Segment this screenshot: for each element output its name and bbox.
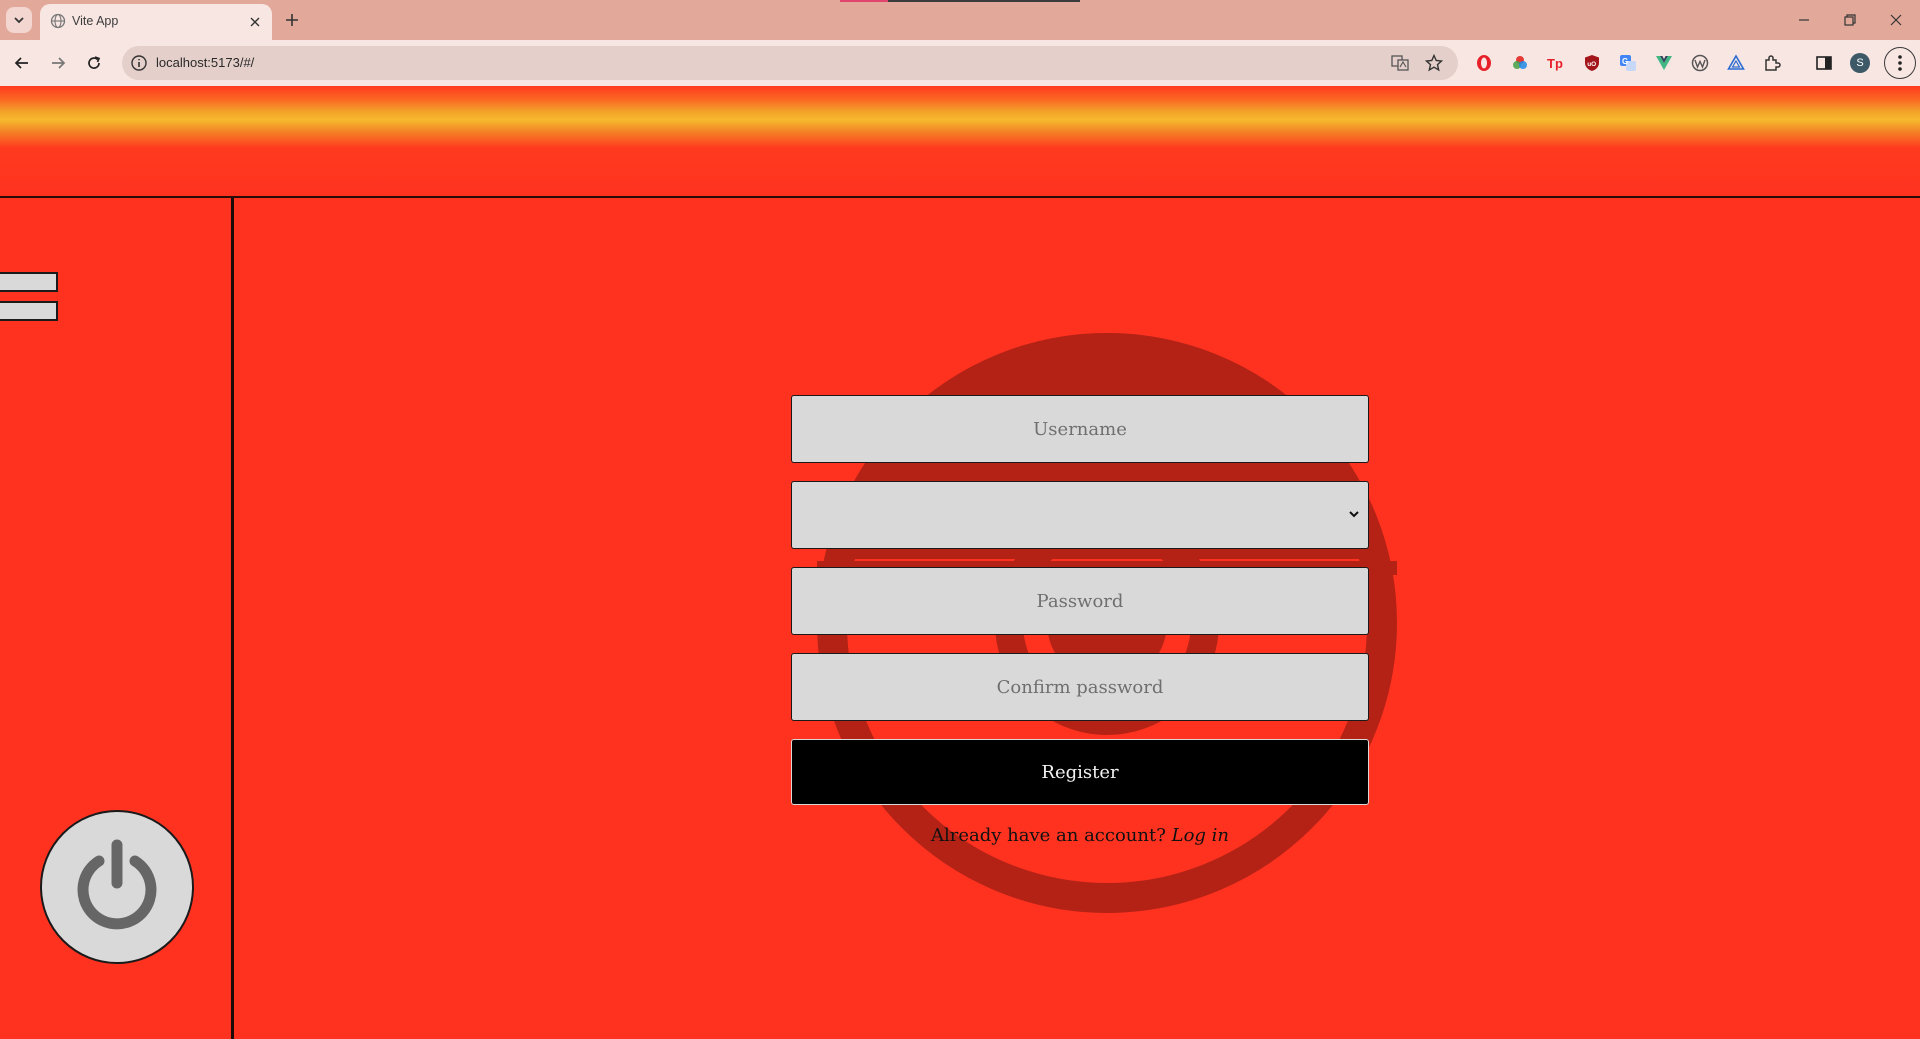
wordpress-icon (1691, 54, 1709, 72)
role-select-wrapper (791, 481, 1369, 549)
back-button[interactable] (8, 49, 36, 77)
tp-icon: Tp (1547, 56, 1563, 71)
register-button[interactable]: Register (791, 739, 1369, 805)
arrow-right-icon (52, 57, 66, 69)
restore-button[interactable] (1836, 6, 1864, 34)
extension-ublock-button[interactable]: uO (1582, 53, 1602, 73)
extension-w-button[interactable] (1690, 53, 1710, 73)
browser-tab[interactable]: Vite App (40, 4, 272, 40)
star-icon (1425, 54, 1443, 72)
translate-icon (1391, 55, 1409, 71)
browser-menu-button[interactable] (1884, 47, 1916, 79)
tab-strip-indicator (840, 0, 1080, 2)
reload-button[interactable] (80, 49, 108, 77)
close-window-button[interactable] (1882, 6, 1910, 34)
side-panel-button[interactable] (1814, 53, 1834, 73)
extension-tp-button[interactable]: Tp (1546, 53, 1566, 73)
arrow-left-icon (14, 57, 28, 69)
login-link[interactable]: Log in (1172, 825, 1229, 846)
profile-avatar[interactable]: S (1850, 53, 1870, 73)
password-input[interactable] (791, 567, 1369, 635)
browser-toolbar: localhost:5173/#/ Tp uO G S (0, 40, 1920, 86)
minimize-button[interactable] (1790, 6, 1818, 34)
restore-icon (1844, 14, 1856, 26)
bookmark-button[interactable] (1424, 53, 1444, 73)
tab-search-button[interactable] (6, 7, 32, 33)
url-text[interactable]: localhost:5173/#/ (156, 55, 254, 70)
role-select[interactable] (791, 481, 1369, 549)
opera-icon (1477, 55, 1491, 71)
new-tab-button[interactable] (280, 8, 304, 32)
main-content: Register Already have an account? Log in (237, 200, 1920, 1039)
triangle-icon (1727, 54, 1745, 70)
sidebar-menu-bar-bottom[interactable] (0, 301, 58, 321)
app-page: Register Already have an account? Log in (0, 86, 1920, 1039)
minimize-icon (1799, 19, 1809, 21)
sidebar-menu-bar-top[interactable] (0, 272, 58, 292)
extension-vue-button[interactable] (1654, 53, 1674, 73)
shield-icon: uO (1585, 55, 1599, 71)
svg-text:G: G (1622, 57, 1628, 66)
sidebar (0, 198, 234, 1039)
register-form: Register Already have an account? Log in (791, 395, 1369, 846)
browser-tab-bar: Vite App (0, 0, 1920, 40)
tab-close-button[interactable] (246, 13, 264, 31)
username-input[interactable] (791, 395, 1369, 463)
close-icon (250, 17, 260, 27)
svg-text:uO: uO (1587, 61, 1596, 68)
site-info-icon[interactable] (130, 54, 148, 72)
plus-icon (286, 14, 298, 26)
power-icon (77, 839, 157, 930)
confirm-password-input[interactable] (791, 653, 1369, 721)
chevron-down-icon (14, 17, 24, 24)
login-prompt-text: Already have an account? (931, 825, 1166, 846)
extension-translate-button[interactable]: G (1618, 53, 1638, 73)
more-vertical-icon (1898, 55, 1902, 71)
header-band (0, 86, 1920, 198)
svg-text:Tp: Tp (1547, 56, 1563, 71)
vue-icon (1656, 56, 1672, 70)
address-bar[interactable]: localhost:5173/#/ (122, 46, 1458, 80)
close-icon (1890, 14, 1902, 26)
side-panel-icon (1816, 56, 1832, 70)
google-translate-icon: G (1620, 55, 1636, 71)
translate-button[interactable] (1390, 53, 1410, 73)
power-button[interactable] (40, 810, 194, 964)
color-wheel-icon (1513, 56, 1527, 69)
puzzle-icon (1765, 55, 1781, 71)
extensions-menu-button[interactable] (1762, 53, 1782, 73)
login-prompt: Already have an account? Log in (791, 825, 1369, 846)
tab-title: Vite App (72, 14, 119, 28)
globe-icon (50, 13, 66, 29)
extension-color-button[interactable] (1510, 53, 1530, 73)
extension-drive-button[interactable] (1726, 53, 1746, 73)
forward-button[interactable] (44, 49, 72, 77)
extension-opera-button[interactable] (1474, 53, 1494, 73)
reload-icon (88, 56, 101, 69)
